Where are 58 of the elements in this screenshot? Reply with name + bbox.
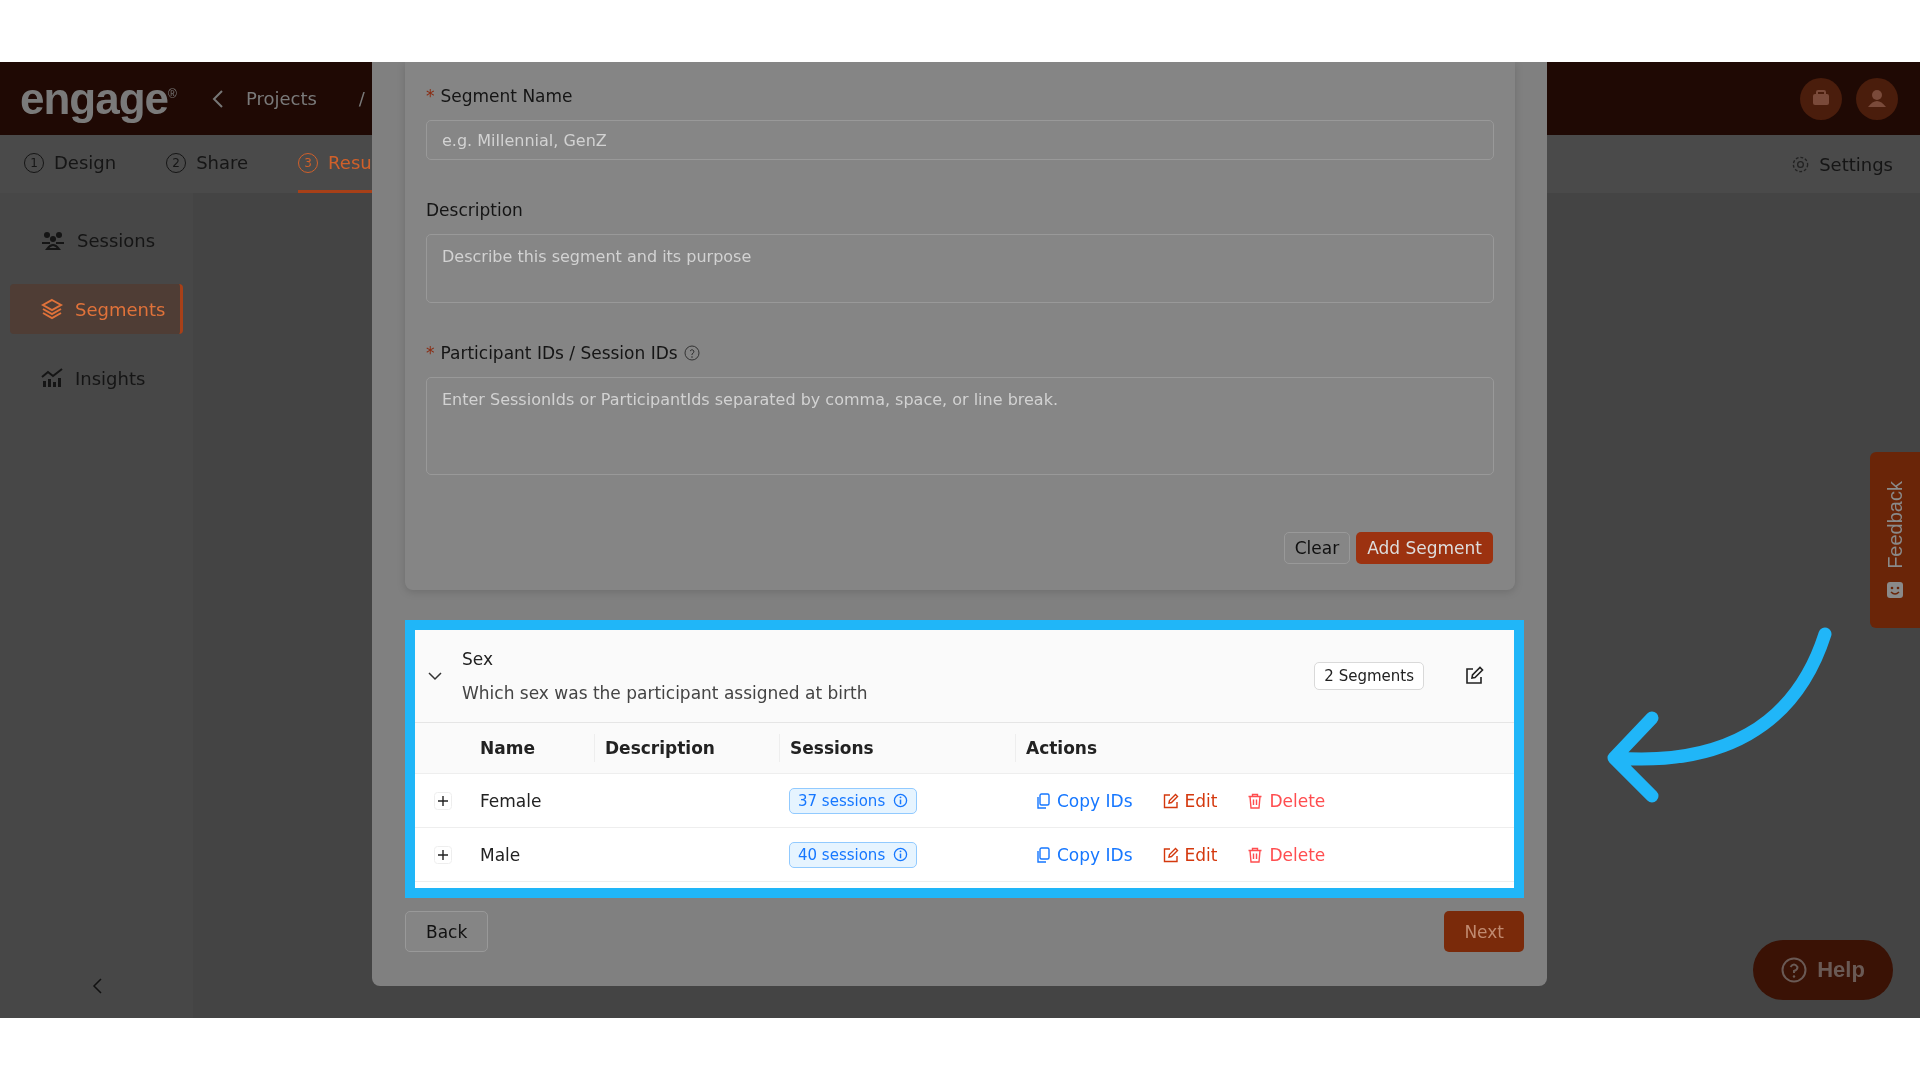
group-question: Which sex was the participant assigned at birth (462, 683, 869, 703)
help-icon[interactable] (683, 345, 700, 361)
info-icon[interactable] (893, 847, 909, 862)
trash-icon (1247, 792, 1264, 809)
column-header: Actions (1015, 734, 1514, 762)
question-icon (1781, 957, 1808, 983)
trash-icon (1247, 846, 1264, 863)
logo[interactable]: engage$^{®}$ (20, 73, 176, 124)
layers-icon (41, 298, 63, 320)
edit-icon (1162, 846, 1179, 863)
copy-link[interactable]: Copy IDs (1035, 790, 1133, 811)
field-label: Segment Name (440, 86, 573, 106)
column-header: Sessions (779, 734, 1015, 762)
feedback-tab[interactable]: Feedback (1870, 452, 1920, 628)
group-title: Sex (462, 649, 494, 669)
field-label: Participant IDs / Session IDs (440, 343, 678, 363)
people-icon (41, 230, 65, 250)
expand-icon[interactable] (433, 791, 452, 810)
edit-icon[interactable] (1464, 666, 1484, 686)
field-label: Description (426, 200, 523, 220)
table-cell: Female (480, 790, 542, 811)
user-avatar-icon[interactable] (1856, 77, 1898, 120)
copy-icon (1035, 792, 1051, 809)
info-icon[interactable] (893, 793, 909, 808)
chart-icon (41, 368, 63, 388)
column-header: Name (479, 737, 536, 760)
edit-icon (1162, 792, 1179, 809)
chevron-icon[interactable] (428, 671, 442, 681)
input-field[interactable]: e.g. Millennial, GenZ (426, 120, 1494, 160)
collapse-chevron-icon[interactable] (92, 978, 102, 994)
clear-button[interactable]: Clear (1283, 532, 1351, 564)
textarea-field[interactable]: Describe this segment and its purpose (426, 234, 1494, 303)
table-cell: Male (480, 844, 521, 865)
sessions-tag[interactable]: 37 sessions (789, 787, 918, 814)
delete-link[interactable]: Delete (1247, 844, 1326, 865)
copy-link[interactable]: Copy IDs (1035, 844, 1133, 865)
next-button[interactable]: Next (1444, 911, 1524, 952)
settings-icon (1791, 154, 1811, 174)
back-chevron-icon[interactable] (211, 88, 224, 109)
add-button[interactable]: Add Segment (1356, 532, 1493, 564)
help-button[interactable]: Help (1753, 940, 1893, 1000)
edit-link[interactable]: Edit (1162, 790, 1218, 811)
required-mark: * (426, 343, 435, 363)
smiley-icon (1886, 580, 1904, 599)
sidebar-item[interactable]: Segments (10, 284, 183, 334)
copy-icon (1035, 846, 1051, 863)
breadcrumb-item[interactable]: / (358, 88, 365, 109)
sessions-tag[interactable]: 40 sessions (789, 841, 918, 868)
back-button[interactable]: Back (405, 911, 489, 952)
delete-link[interactable]: Delete (1247, 790, 1326, 811)
briefcase-icon[interactable] (1800, 77, 1842, 120)
segment-count-tag: 2 Segments (1314, 662, 1424, 690)
textarea-field[interactable]: Enter SessionIds or ParticipantIds separated by comma, space, or line break. (426, 377, 1494, 475)
edit-link[interactable]: Edit (1162, 844, 1218, 865)
breadcrumb-item[interactable]: Projects (245, 88, 317, 109)
column-header: Description (594, 734, 779, 762)
expand-icon[interactable] (433, 845, 452, 864)
required-mark: * (426, 86, 435, 106)
